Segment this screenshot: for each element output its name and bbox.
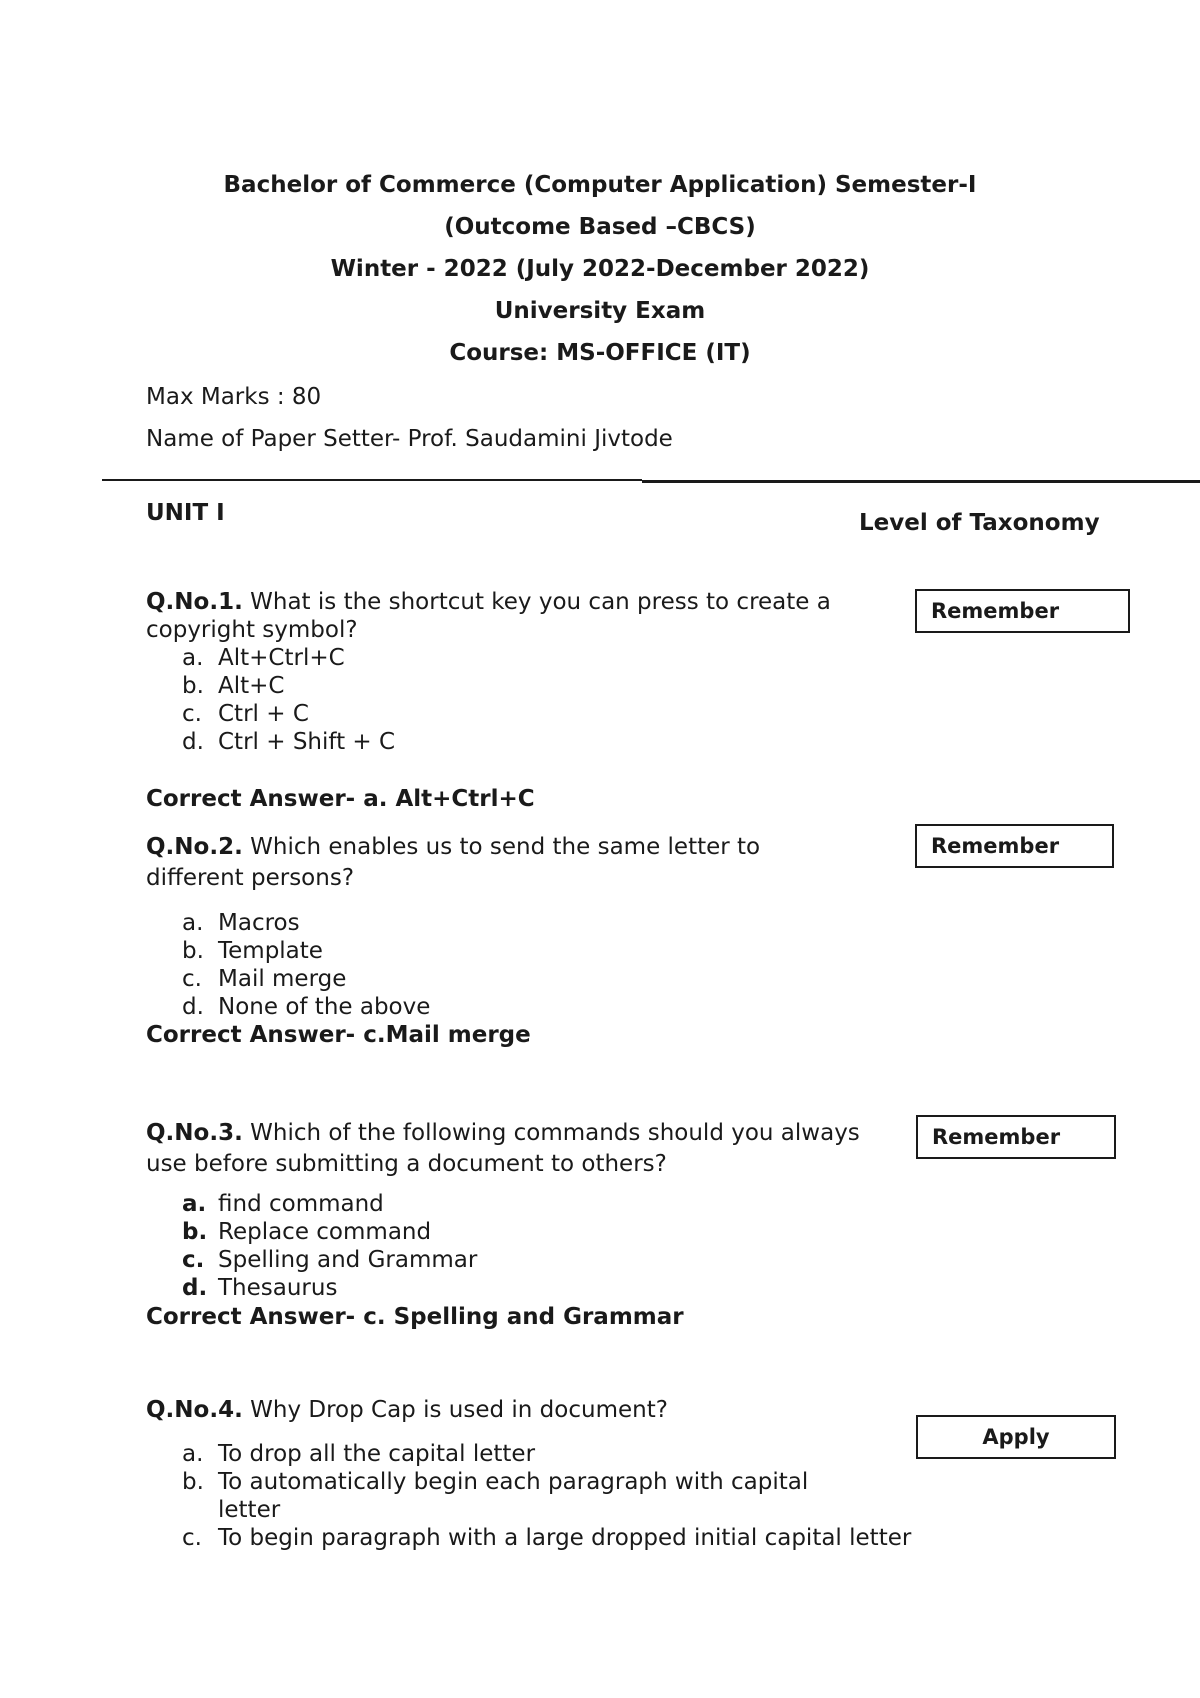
question-2: Q.No.2. Which enables us to send the sam… — [146, 832, 906, 894]
correct-answer: Correct Answer- c.Mail merge — [146, 1022, 531, 1048]
question-4: Q.No.4. Why Drop Cap is used in document… — [146, 1396, 906, 1424]
question-text: Which of the following commands should y… — [242, 1120, 860, 1146]
question-number: Q.No.4. — [146, 1397, 243, 1423]
question-number: Q.No.3. — [146, 1120, 243, 1146]
max-marks: Max Marks : 80 — [146, 384, 322, 410]
program-subtitle: (Outcome Based –CBCS) — [444, 214, 756, 240]
taxonomy-badge: Remember — [915, 824, 1114, 868]
taxonomy-badge: Apply — [916, 1415, 1116, 1459]
question-1: Q.No.1. What is the shortcut key you can… — [146, 588, 906, 644]
question-text: What is the shortcut key you can press t… — [242, 589, 831, 615]
option-item: c. Spelling and Grammar — [182, 1247, 478, 1273]
question-number: Q.No.2. — [146, 834, 243, 860]
correct-answer: Correct Answer- c. Spelling and Grammar — [146, 1304, 684, 1330]
option-item: b. To automatically begin each paragraph … — [182, 1469, 809, 1495]
question-3: Q.No.3. Which of the following commands … — [146, 1118, 916, 1180]
taxonomy-header: Level of Taxonomy — [859, 510, 1100, 536]
correct-answer: Correct Answer- a. Alt+Ctrl+C — [146, 786, 535, 812]
exam-session: Winter - 2022 (July 2022-December 2022) — [330, 256, 870, 282]
option-item: letter — [218, 1497, 281, 1523]
divider — [642, 480, 1200, 483]
option-item: a. Macros — [182, 910, 300, 936]
option-item: a. Alt+Ctrl+C — [182, 645, 345, 671]
option-item: c. Mail merge — [182, 966, 347, 992]
option-item: c. Ctrl + C — [182, 701, 309, 727]
question-number: Q.No.1. — [146, 589, 243, 615]
exam-type: University Exam — [494, 298, 706, 324]
options-list: a. Alt+Ctrl+C b. Alt+C c. Ctrl + C d. Ctrl +… — [182, 644, 395, 756]
question-text: copyright symbol? — [146, 617, 358, 643]
program-title: Bachelor of Commerce (Computer Applicati… — [223, 172, 977, 198]
taxonomy-badge: Remember — [915, 589, 1130, 633]
question-text: different persons? — [146, 865, 355, 891]
option-item: b. Alt+C — [182, 673, 285, 699]
option-item: a. find command — [182, 1191, 384, 1217]
options-list: a. Macros b. Template c. Mail merge d. None … — [182, 909, 430, 1021]
option-item: a. To drop all the capital letter — [182, 1441, 536, 1467]
option-item: d. Ctrl + Shift + C — [182, 729, 396, 755]
question-text: use before submitting a document to othe… — [146, 1151, 667, 1177]
options-list: a. find command b. Replace command c. Spell… — [182, 1190, 477, 1302]
question-text: Which enables us to send the same letter… — [242, 834, 761, 860]
option-item: d. Thesaurus — [182, 1275, 338, 1301]
course-name: Course: MS-OFFICE (IT) — [449, 340, 751, 366]
unit-title: UNIT I — [146, 500, 225, 526]
divider — [102, 479, 642, 481]
options-list: a. To drop all the capital letter b. To au… — [182, 1440, 911, 1552]
option-item: b. Replace command — [182, 1219, 432, 1245]
option-item: b. Template — [182, 938, 323, 964]
option-item: d. None of the above — [182, 994, 431, 1020]
question-text: Why Drop Cap is used in document? — [242, 1397, 668, 1423]
paper-setter: Name of Paper Setter- Prof. Saudamini Ji… — [146, 426, 673, 452]
taxonomy-badge: Remember — [916, 1115, 1116, 1159]
option-item: c. To begin paragraph with a large droppe… — [182, 1525, 912, 1551]
